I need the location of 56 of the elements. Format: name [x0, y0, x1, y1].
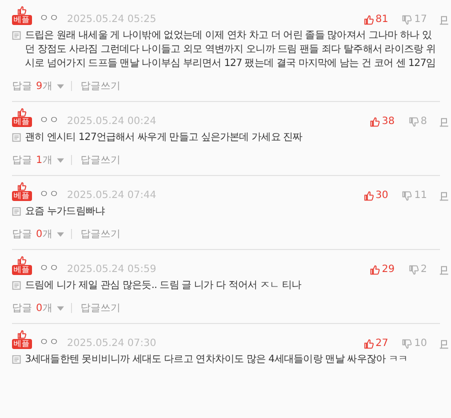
like-count: 81: [376, 14, 388, 25]
write-reply-link[interactable]: 답글쓰기: [80, 227, 120, 241]
dislike-count: 11: [414, 190, 427, 201]
like-button[interactable]: 38: [370, 116, 395, 127]
dislike-button[interactable]: 10: [402, 338, 427, 349]
like-button[interactable]: 27: [364, 338, 388, 349]
author-name: ㅇㅇ: [39, 336, 59, 349]
best-badge: 베플: [12, 191, 32, 201]
dislike-button[interactable]: 11: [402, 190, 427, 201]
like-count: 29: [382, 264, 395, 275]
author-name: ㅇㅇ: [39, 188, 59, 201]
reply-unit: 개: [42, 154, 52, 167]
reply-count: 9: [36, 80, 42, 92]
best-badge: 베플: [12, 15, 32, 25]
best-badge: 베플: [12, 339, 32, 349]
dislike-button[interactable]: 17: [402, 14, 427, 25]
reply-count: 0: [36, 302, 42, 314]
dislike-count: 2: [420, 264, 427, 275]
comment-text: 3세대들한텐 못비비니까 세대도 다르고 연차차이도 많은 4세대들이랑 맨날 싸우잖아 ㅋㅋ: [25, 353, 408, 367]
best-badge: 베플: [12, 265, 32, 275]
comment-date: 2025.05.24 05:59: [67, 264, 156, 275]
comment-date: 2025.05.24 00:24: [67, 116, 156, 127]
dislike-button[interactable]: 8: [408, 116, 427, 127]
comment-date: 2025.05.24 05:25: [67, 14, 156, 25]
like-button[interactable]: 30: [364, 190, 388, 201]
dislike-count: 10: [414, 338, 427, 349]
dislike-count: 8: [420, 116, 427, 127]
like-count: 38: [382, 116, 395, 127]
write-reply-link[interactable]: 답글쓰기: [80, 153, 120, 167]
like-button[interactable]: 29: [370, 264, 395, 275]
reply-unit: 개: [42, 302, 52, 315]
comment-text: 요즘 누가드림빠냐: [25, 205, 105, 219]
best-badge: 베플: [12, 117, 32, 127]
comment-text: 드립은 원래 내세울 게 나이밖에 없었는데 이제 연차 차고 더 어린 졸들 많아져서 그나마 하나 있던 장점도 사라짐 그런데다 나이들고 외모 역변까지 오니까 드림 팬들 죄다 탈주해서 라이즈랑 위시로 넘어가지 드프들 맨날 나이부심 부리면서 127 팼는데 결국 마지막에 남는 건 코어 센 127임: [25, 29, 437, 71]
write-reply-link[interactable]: 답글쓰기: [80, 79, 120, 93]
reply-label: 답글: [12, 228, 32, 241]
reply-label: 답글: [12, 302, 32, 315]
dislike-button[interactable]: 2: [408, 264, 427, 275]
like-count: 30: [376, 190, 388, 201]
author-name: ㅇㅇ: [39, 114, 59, 127]
reply-unit: 개: [42, 228, 52, 241]
comment-text: 드림에 니가 제일 관심 많은듯.. 드림 글 니가 다 적어서 ㅈㄴ 티나: [25, 279, 302, 293]
reply-label: 답글: [12, 154, 32, 167]
comment-date: 2025.05.24 07:30: [67, 338, 156, 349]
reply-unit: 개: [42, 80, 52, 93]
reply-label: 답글: [12, 80, 32, 93]
comment-text: 괜히 엔시티 127언급해서 싸우게 만들고 싶은가본데 가세요 진짜: [25, 131, 302, 145]
author-name: ㅇㅇ: [39, 12, 59, 25]
dislike-count: 17: [414, 14, 427, 25]
write-reply-link[interactable]: 답글쓰기: [80, 301, 120, 315]
like-button[interactable]: 81: [364, 14, 388, 25]
comment-date: 2025.05.24 07:44: [67, 190, 156, 201]
reply-count: 0: [36, 228, 42, 240]
reply-count: 1: [36, 154, 42, 166]
like-count: 27: [376, 338, 388, 349]
author-name: ㅇㅇ: [39, 262, 59, 275]
